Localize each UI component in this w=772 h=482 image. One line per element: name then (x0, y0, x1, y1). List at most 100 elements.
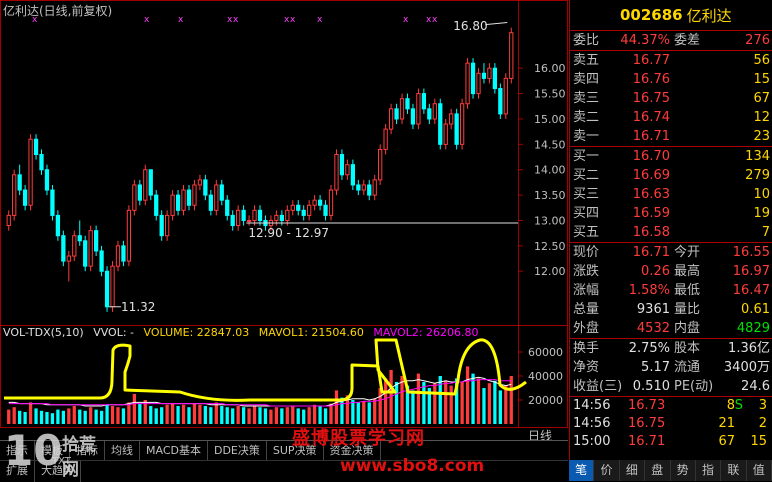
bid-row-5[interactable]: 买五 16.58 7 (570, 223, 772, 242)
volume-bar (116, 407, 120, 424)
bid-row-2[interactable]: 买二 16.69 279 (570, 166, 772, 185)
candle-body (405, 98, 410, 110)
volume-bar (89, 407, 93, 424)
weibi-value: 44.37% (620, 33, 670, 48)
volume-bar (56, 409, 60, 424)
stat-row-3[interactable]: 总量 9361 量比 0.61 (570, 300, 772, 319)
volume-bar (209, 407, 213, 424)
stat2-row-0[interactable]: 换手 2.75% 股本 1.36亿 (570, 339, 772, 358)
event-marker: x (233, 15, 239, 25)
candle-body (55, 214, 61, 237)
volume-bar (296, 408, 300, 424)
row-label2: 今开 (674, 245, 701, 260)
volume-bar (12, 407, 16, 424)
quote-tab-4[interactable]: 势 (671, 460, 696, 481)
row-label2: 股本 (674, 341, 701, 356)
bid-row-4[interactable]: 买四 16.59 19 (570, 204, 772, 223)
quote-tab-2[interactable]: 细 (620, 460, 646, 481)
stat2-row-2[interactable]: 收益(三) 0.510 PE(动) 24.6 (570, 377, 772, 396)
high-arrow (485, 22, 508, 26)
candle-body (383, 128, 388, 150)
stat2-row-1[interactable]: 净资 5.17 流通 3400万 (570, 358, 772, 377)
quote-header: 002686 亿利达 (570, 0, 772, 31)
candle-body (307, 204, 312, 216)
kline-chart-svg[interactable]: 16.00 15.50 15.00 14.50 14.00 13.50 13.00 12.50… (0, 0, 568, 428)
row-value2: 67 (753, 91, 770, 106)
price-tick-label: 15.00 (534, 113, 566, 126)
volume-bar (45, 412, 49, 424)
candle-body (28, 138, 33, 206)
candle-body (154, 194, 159, 216)
ask-row-2[interactable]: 卖二 16.74 12 (570, 108, 772, 127)
candle-body (148, 169, 153, 196)
candle-body (219, 184, 224, 201)
candle-body (77, 235, 82, 242)
quote-tab-1[interactable]: 价 (594, 460, 620, 481)
volume-value: VOLUME: 22847.03 (143, 326, 250, 339)
volume-bar (7, 409, 11, 424)
candle-body (12, 174, 17, 216)
watermark-url: www.sbo8.com (340, 456, 485, 476)
row-value: 16.76 (632, 72, 670, 87)
vol-indicator-name: VOL-TDX(5,10) (3, 326, 84, 339)
indicator-tab-4[interactable]: MACD基本 (140, 441, 208, 461)
volume-bar (263, 408, 268, 424)
candle-body (481, 72, 487, 79)
candle-body (323, 204, 328, 216)
quote-tabs: 笔价细盘势指联值 (569, 460, 772, 481)
price-tick-label: 13.50 (534, 189, 566, 202)
stat-row-1[interactable]: 涨跌 0.26 最高 16.97 (570, 262, 772, 281)
volume-bar (170, 403, 175, 424)
volume-bar (225, 407, 229, 424)
volume-bar (291, 406, 295, 424)
mavol1-value: MAVOL1: 21504.60 (258, 326, 364, 339)
quote-tab-0[interactable]: 笔 (569, 460, 595, 481)
row-value: 16.74 (632, 110, 670, 125)
volume-bar (61, 410, 65, 424)
stat-row-2[interactable]: 涨幅 1.58% 最低 16.47 (570, 281, 772, 300)
bid-row-1[interactable]: 买一 16.70 134 (570, 147, 772, 166)
vol-tick-label: 60000 (528, 346, 563, 359)
ask-row-3[interactable]: 卖三 16.75 67 (570, 89, 772, 108)
quote-tab-6[interactable]: 联 (721, 460, 747, 481)
candle-body (334, 154, 339, 191)
bid-row-3[interactable]: 买三 16.63 10 (570, 185, 772, 204)
quote-tab-3[interactable]: 盘 (645, 460, 671, 481)
candle-body (410, 108, 416, 125)
event-marker: x (432, 15, 438, 25)
row-value: 16.69 (632, 168, 670, 183)
candle-body (438, 103, 443, 145)
candle-body (399, 98, 405, 120)
stock-code: 002686 (620, 6, 683, 24)
candle-body (104, 270, 110, 308)
stat-row-4[interactable]: 外盘 4532 内盘 4829 (570, 319, 772, 338)
ask-row-1[interactable]: 卖一 16.71 23 (570, 127, 772, 146)
candle-body (503, 77, 508, 115)
stat-row-0[interactable]: 现价 16.71 今开 16.55 (570, 243, 772, 262)
candle-body (492, 67, 498, 90)
row-value: 2.75% (628, 341, 670, 356)
volume-bar (99, 410, 104, 424)
quote-tab-5[interactable]: 指 (696, 460, 722, 481)
volume-bar (329, 403, 333, 424)
candle-body (361, 184, 366, 191)
indicator-tab-5[interactable]: DDE决策 (208, 441, 267, 461)
candle-body (394, 108, 399, 120)
tick-row: 15:00 16.71 67 15 (573, 434, 767, 449)
candle-body (378, 148, 383, 181)
volume-bar (23, 412, 27, 424)
candle-body (93, 230, 99, 252)
event-marker: x (290, 15, 296, 25)
volume-bar (258, 407, 262, 424)
quote-tab-7[interactable]: 值 (747, 460, 772, 481)
row-label2: 最低 (674, 283, 701, 298)
ask-row-4[interactable]: 卖四 16.76 15 (570, 70, 772, 89)
kline-chart-area[interactable]: 16.00 15.50 15.00 14.50 14.00 13.50 13.00 12.50… (0, 0, 568, 428)
volume-bar (334, 390, 339, 424)
row-value2: 10 (753, 187, 770, 202)
candle-body (192, 184, 197, 206)
candle-body (197, 179, 203, 186)
ask-row-5[interactable]: 卖五 16.77 56 (570, 51, 772, 70)
candle-body (72, 235, 77, 257)
tick-row: 14:56 16.73 8 S 3 (573, 398, 767, 413)
